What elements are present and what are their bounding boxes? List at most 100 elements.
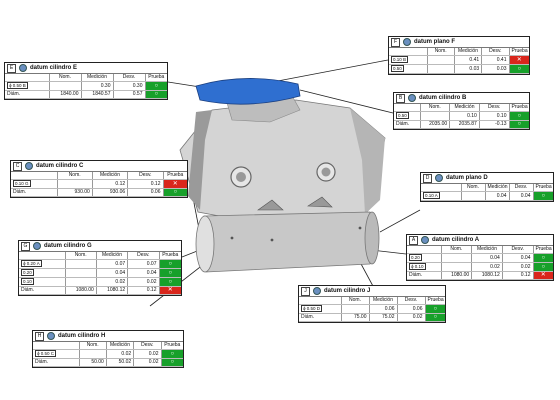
circle-ok-icon: ○	[541, 192, 546, 199]
cylinder-end-left	[195, 215, 215, 273]
circle-ok-icon: ○	[168, 269, 173, 276]
table-row: 0.20 0.04 0.04 ○	[19, 268, 181, 278]
hole-left-inner	[236, 172, 246, 182]
cross-icon: ✕	[172, 180, 178, 187]
measurement-table: Nom. Medición Desv. Prueba ϕ 0.50 C 0.02…	[33, 342, 183, 367]
table-row: Diám. 2035.00 2035.87 -0.13 ○	[394, 120, 529, 129]
table-row: Diám. 930.00 930.06 0.06 ○	[11, 188, 187, 197]
datum-cylinder-icon	[313, 287, 321, 295]
status-ok: ○	[533, 253, 553, 263]
header-row: Nom. Medición Desv. Prueba	[19, 252, 181, 260]
tolerance-frame: 0.10	[21, 278, 34, 285]
measurement-table: Nom. Medición Desv. Prueba ϕ 0.50 D 0.06…	[299, 297, 445, 322]
status-ok: ○	[533, 262, 553, 272]
header-row: Nom. Medición Desv. Prueba	[421, 184, 553, 192]
status-ok: ○	[425, 313, 445, 322]
table-row: ϕ 0.50 C 0.02 0.02 ○	[33, 349, 183, 359]
datum-letter: G	[21, 241, 30, 251]
status-ok: ○	[509, 120, 529, 129]
header-row: Nom. Medición Desv. Prueba	[11, 172, 187, 180]
status-fail: ✕	[509, 55, 529, 65]
datum-letter: C	[13, 161, 22, 171]
table-row: 0.10 A 0.04 0.04 ○	[421, 191, 553, 201]
circle-ok-icon: ○	[433, 305, 438, 312]
circle-ok-icon: ○	[154, 82, 159, 89]
panel-header: B datum cilindro B	[394, 93, 529, 104]
panel-title: datum cilindro G	[44, 243, 92, 249]
table-row: ϕ 0.50 B 0.30 0.30 ○	[5, 81, 167, 91]
status-ok: ○	[145, 90, 167, 99]
table-row: 0.10 G 0.12 0.12 ✕	[11, 179, 187, 189]
panel-datum-f: F datum plano F Nom. Medición Desv. Prue…	[388, 36, 530, 75]
datum-letter: F	[391, 37, 400, 47]
circle-ok-icon: ○	[517, 65, 522, 72]
panel-title: datum plano D	[446, 175, 488, 181]
status-fail: ✕	[533, 271, 553, 280]
leader-line-d	[379, 209, 421, 233]
tolerance-frame: 0.20	[409, 254, 422, 261]
status-ok: ○	[163, 188, 187, 197]
panel-title: datum cilindro A	[432, 237, 480, 243]
table-row: Diám. 50.00 50.02 0.02 ○	[33, 358, 183, 367]
cylinder-body	[203, 211, 375, 273]
header-row: Nom. Medición Desv. Prueba	[5, 74, 167, 82]
tolerance-frame: 0.20	[21, 269, 34, 276]
panel-datum-c: C datum cilindro C Nom. Medición Desv. P…	[10, 160, 188, 198]
datum-plane-icon	[435, 174, 443, 182]
tolerance-frame: ϕ 0.10	[409, 263, 426, 270]
datum-cylinder-icon	[47, 332, 55, 340]
table-row: ϕ 0.50 D 0.06 0.06 ○	[299, 304, 445, 314]
panel-header: H datum cilindro H	[33, 331, 183, 342]
status-ok: ○	[533, 191, 553, 201]
panel-title: datum cilindro C	[36, 163, 84, 169]
circle-ok-icon: ○	[170, 359, 175, 365]
circle-ok-icon: ○	[541, 263, 546, 270]
table-row: 0.10 B 0.41 0.41 ✕	[389, 55, 529, 65]
panel-datum-h: H datum cilindro H Nom. Medición Desv. P…	[32, 330, 184, 368]
header-row: Nom. Medición Desv. Prueba	[33, 342, 183, 350]
status-ok: ○	[145, 81, 167, 91]
tolerance-frame: 0.50	[391, 65, 404, 72]
status-ok: ○	[161, 349, 183, 359]
table-row: Diám. 1840.00 1840.57 0.57 ○	[5, 90, 167, 99]
panel-header: A datum cilindro A	[407, 235, 553, 246]
tolerance-frame: ϕ 0.20 A	[21, 260, 42, 267]
circle-ok-icon: ○	[517, 112, 522, 119]
panel-header: F datum plano F	[389, 37, 529, 48]
panel-title: datum cilindro H	[58, 333, 106, 339]
circle-ok-icon: ○	[433, 314, 438, 320]
circle-ok-icon: ○	[173, 189, 178, 195]
circle-ok-icon: ○	[168, 260, 173, 267]
datum-plane-icon	[403, 38, 411, 46]
panel-title: datum cilindro J	[324, 288, 371, 294]
datum-letter: D	[423, 173, 432, 183]
status-ok: ○	[159, 268, 181, 278]
hole-right-inner	[321, 167, 331, 177]
panel-header: D datum plano D	[421, 173, 553, 184]
cross-icon: ✕	[167, 287, 173, 293]
status-ok: ○	[161, 358, 183, 367]
panel-datum-j: J datum cilindro J Nom. Medición Desv. P…	[298, 285, 446, 323]
measurement-table: Nom. Medición Desv. Prueba ϕ 0.20 A 0.07…	[19, 252, 181, 295]
circle-ok-icon: ○	[517, 121, 522, 127]
circle-ok-icon: ○	[154, 91, 159, 97]
tolerance-frame: ϕ 0.50 B	[7, 82, 28, 89]
cross-icon: ✕	[516, 56, 522, 63]
datum-letter: J	[301, 286, 310, 296]
tolerance-frame: 0.10 G	[13, 180, 31, 187]
datum-cylinder-icon	[19, 64, 27, 72]
cylinder-pin	[270, 238, 274, 242]
measurement-table: Nom. Medición Desv. Prueba 0.10 B 0.41 0…	[389, 48, 529, 74]
datum-letter: A	[409, 235, 418, 245]
panel-header: E datum cilindro E	[5, 63, 167, 74]
panel-datum-e: E datum cilindro E Nom. Medición Desv. P…	[4, 62, 168, 100]
datum-cylinder-icon	[25, 162, 33, 170]
measurement-table: Nom. Medición Desv. Prueba ϕ 0.50 B 0.30…	[5, 74, 167, 99]
datum-letter: B	[396, 93, 405, 103]
status-ok: ○	[159, 277, 181, 287]
datum-letter: E	[7, 63, 16, 73]
table-row: 0.50 0.03 0.03 ○	[389, 64, 529, 74]
datum-letter: H	[35, 331, 44, 341]
cross-icon: ✕	[540, 272, 546, 278]
panel-title: datum cilindro B	[419, 95, 467, 101]
